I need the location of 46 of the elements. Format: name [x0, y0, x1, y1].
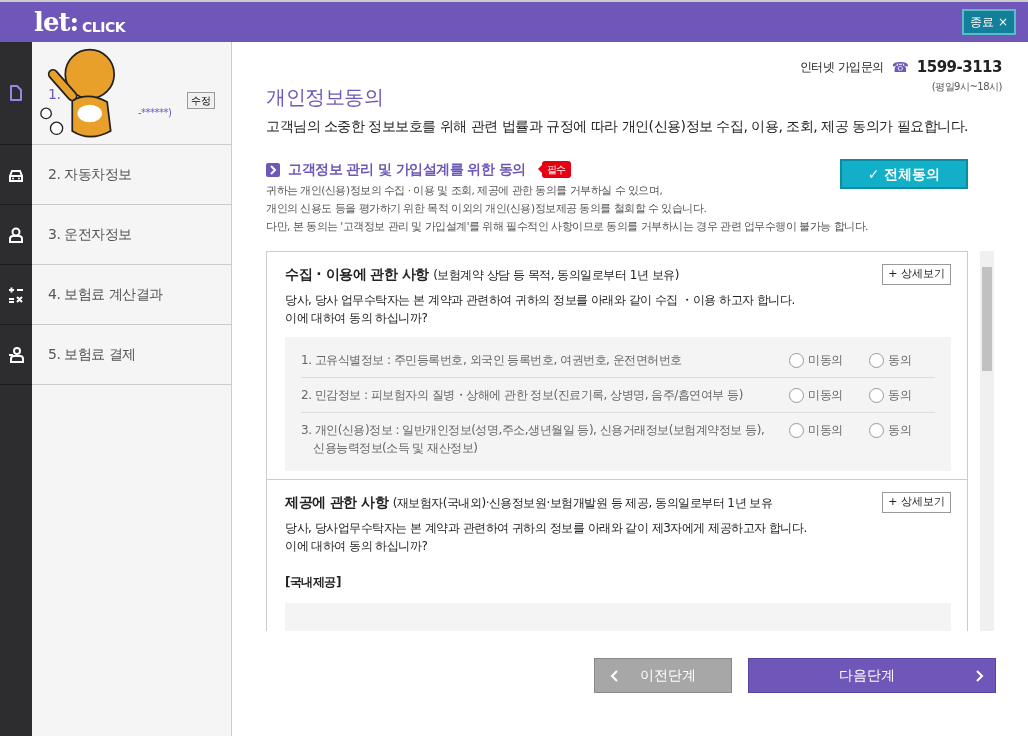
- subheading: [국내제공]: [285, 574, 342, 591]
- sidebar-item[interactable]: 2. 자동차정보: [32, 145, 231, 205]
- page-subtitle: 고객님의 소중한 정보보호를 위해 관련 법률과 규정에 따라 개인(신용)정보 수집, 이용, 조회, 제공 동의가 필요합니다.: [266, 117, 970, 136]
- question-text: 당사, 당사업무수탁자는 본 계약과 관련하여 귀하의 정보를 아래와 같이 제3자에게 제공하고자 합니다.: [285, 520, 808, 537]
- consent-item-text: 1. 고유식별정보 : 주민등록번호, 외국인 등록번호, 여권번호, 운전면허번호: [301, 352, 683, 369]
- notice-text: 다만, 본 동의는 '고객정보 관리 및 가입설계'를 위해 필수적인 사항이므로 동의를 거부하시는 경우 관련 업무수행이 불가능 합니다.: [266, 219, 869, 234]
- contact-hours: (평일9시~18시): [930, 79, 1002, 94]
- required-badge: 필수: [541, 161, 571, 178]
- question-text: 이에 대하여 동의 하십니까?: [285, 310, 429, 327]
- question-text: 이에 대하여 동의 하십니까?: [285, 538, 429, 555]
- sidebar-item[interactable]: 5. 보험료 결제: [32, 325, 231, 385]
- sidebar-item[interactable]: 4. 보험료 계산결과: [32, 265, 231, 325]
- chevron-icon: [266, 162, 280, 177]
- detail-button[interactable]: + 상세보기: [882, 264, 951, 285]
- radio-option[interactable]: 동의: [869, 351, 935, 369]
- calculator-icon[interactable]: [7, 285, 25, 304]
- radio-option[interactable]: 동의: [869, 421, 935, 439]
- radio-option[interactable]: 미동의: [789, 351, 855, 369]
- consent-item-text: 3. 개인(신용)정보 : 일반개인정보(성명,주소,생년월일 등), 신용거래정보(보험계약정보 등), 신용능력정보(소득 및 재산정보): [301, 422, 766, 457]
- scrollbar[interactable]: [980, 251, 994, 631]
- consent-item-text: 2. 민감정보 : 피보험자의 질병・상해에 관한 정보(진료기록, 상병명, 음주/흡연여부 등): [301, 387, 744, 404]
- notice-text: 개인의 신용도 등을 평가하기 위한 목적 이외의 개인(신용)정보제공 동의를 철회할 수 있습니다.: [266, 201, 708, 216]
- edit-button[interactable]: 수정: [187, 92, 215, 109]
- sidebar-item[interactable]: 3. 운전자정보: [32, 205, 231, 265]
- logo: let:: [34, 5, 79, 39]
- chevron-left-icon: [609, 668, 619, 683]
- logo-text: CLICK: [82, 17, 126, 37]
- section-title: 수집 · 이용에 관한 사항 (보험계약 상담 등 목적, 동의일로부터 1년 보유): [285, 265, 679, 284]
- section-title: 제공에 관한 사항 (재보험자(국내외)·신용정보원·보험개발원 등 제공, 동의일로부터 1년 보유: [285, 493, 773, 512]
- close-button[interactable]: 종료 ×: [962, 9, 1016, 35]
- chevron-right-icon: [975, 668, 985, 683]
- people-icon[interactable]: [7, 345, 25, 364]
- radio-option[interactable]: 미동의: [789, 421, 855, 439]
- person-icon[interactable]: [7, 225, 25, 244]
- question-text: 당사, 당사 업무수탁자는 본 계약과 관련하여 귀하의 정보를 아래와 같이 수집 ・이용 하고자 합니다.: [285, 292, 796, 309]
- radio-option[interactable]: 동의: [869, 386, 935, 404]
- next-button[interactable]: 다음단계: [748, 658, 996, 693]
- detail-button[interactable]: + 상세보기: [882, 492, 951, 513]
- phone-icon: ☎: [891, 56, 909, 78]
- radio-option[interactable]: 미동의: [789, 386, 855, 404]
- notice-text: 귀하는 개인(신용)정보의 수집 · 이용 및 조회, 제공에 관한 동의를 거부하실 수 있으며,: [266, 183, 664, 198]
- page-title: 개인정보동의: [266, 84, 383, 111]
- document-icon[interactable]: [7, 84, 25, 102]
- contact-label: 인터넷 가입문의: [800, 59, 884, 77]
- phone-number: 1599-3113: [916, 57, 1002, 78]
- section-heading: 고객정보 관리 및 가입설계를 위한 동의: [288, 160, 526, 179]
